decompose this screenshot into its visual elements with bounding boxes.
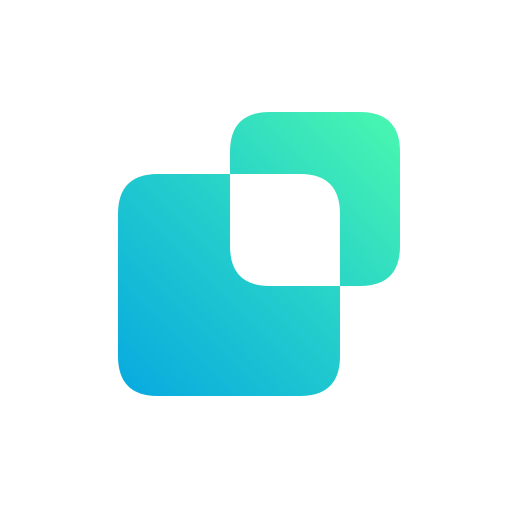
back-square xyxy=(230,112,400,286)
app-icon-canvas xyxy=(0,0,512,512)
logo-shape xyxy=(118,112,400,396)
front-square xyxy=(118,174,340,396)
overlapping-squares-logo-icon xyxy=(118,112,400,396)
